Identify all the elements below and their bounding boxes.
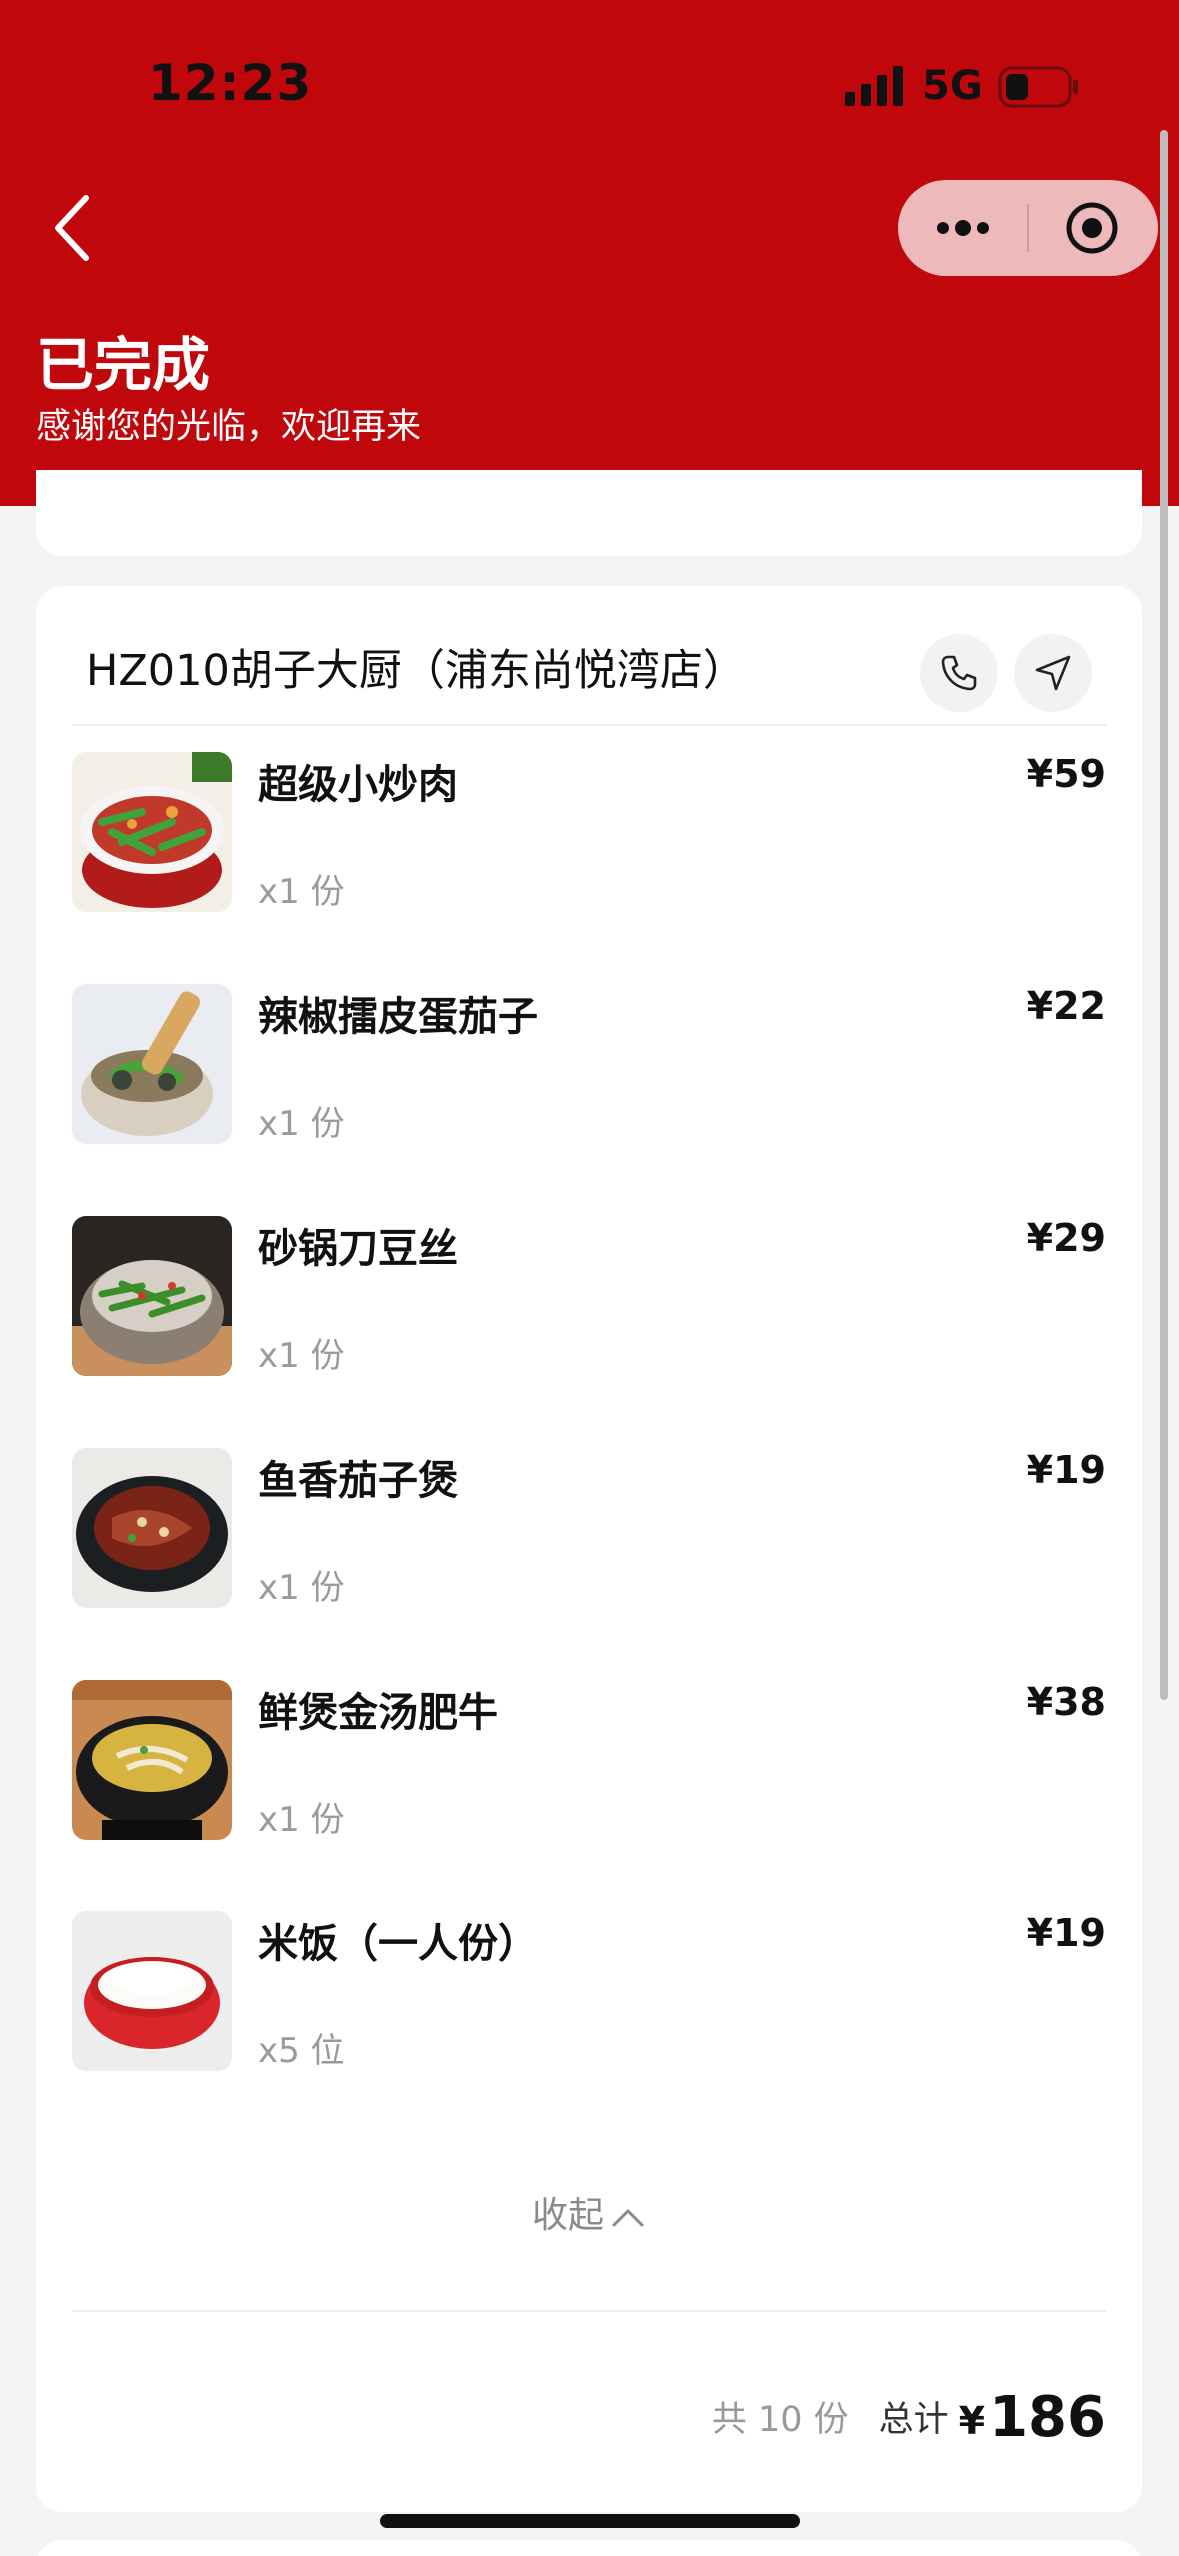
collapse-button[interactable]: 收起 (36, 2186, 1142, 2238)
scrollbar[interactable] (1160, 130, 1168, 1700)
call-store-button[interactable] (920, 634, 998, 712)
item-quantity: x5 位 (258, 2031, 345, 2071)
item-price: ¥19 (1026, 1448, 1106, 1492)
collapse-label: 收起 (531, 2195, 604, 2236)
order-status-header: 12:23 5G 已完成 感谢您的光临，欢迎再来 (0, 0, 1179, 506)
more-icon[interactable] (934, 214, 992, 242)
divider (72, 2310, 1106, 2312)
navigate-icon (1035, 655, 1071, 691)
dish-photo (72, 1911, 232, 2071)
item-price: ¥22 (1026, 984, 1106, 1028)
total-label: 总计 (878, 2400, 949, 2440)
dish-photo (72, 752, 232, 912)
order-detail-page: 12:23 5G 已完成 感谢您的光临，欢迎再来 HZ010胡子大厨（浦东尚悦湾… (0, 0, 1179, 2556)
order-item[interactable]: 鲜煲金汤肥牛 x1 份 ¥38 (72, 1680, 1106, 1840)
store-name[interactable]: HZ010胡子大厨（浦东尚悦湾店） (86, 636, 746, 698)
dish-photo (72, 984, 232, 1144)
item-quantity: x1 份 (258, 1336, 345, 1376)
order-total-row: 共 10 份 总计 ¥ 186 (712, 2386, 1106, 2446)
item-price: ¥19 (1026, 1911, 1106, 1955)
signal-icon (845, 66, 903, 106)
item-price: ¥29 (1026, 1216, 1106, 1260)
order-item[interactable]: 米饭（一人份） x5 位 ¥19 (72, 1911, 1106, 2071)
order-item[interactable]: 砂锅刀豆丝 x1 份 ¥29 (72, 1216, 1106, 1376)
dish-photo (72, 1216, 232, 1376)
order-status-subtitle: 感谢您的光临，欢迎再来 (36, 407, 422, 447)
dish-photo (72, 1680, 232, 1840)
item-quantity: x1 份 (258, 872, 345, 912)
battery-icon (998, 66, 1078, 108)
next-card (36, 2540, 1142, 2556)
chevron-up-icon (612, 2209, 644, 2227)
total-currency: ¥ (958, 2399, 986, 2443)
miniapp-capsule (898, 180, 1158, 276)
item-name: 鲜煲金汤肥牛 (258, 1690, 498, 1736)
item-count: 共 10 份 (711, 2400, 849, 2440)
item-quantity: x1 份 (258, 1104, 345, 1144)
item-price: ¥38 (1026, 1680, 1106, 1724)
divider (72, 724, 1106, 726)
network-type: 5G (922, 63, 983, 109)
phone-icon (941, 655, 977, 691)
item-quantity: x1 份 (258, 1800, 345, 1840)
capsule-divider (1027, 204, 1029, 252)
dish-photo (72, 1448, 232, 1608)
order-status-title: 已完成 (36, 331, 211, 399)
back-icon[interactable] (48, 188, 98, 268)
target-icon[interactable] (1064, 200, 1120, 256)
order-item[interactable]: 超级小炒肉 x1 份 ¥59 (72, 752, 1106, 912)
item-quantity: x1 份 (258, 1568, 345, 1608)
item-name: 鱼香茄子煲 (258, 1458, 458, 1504)
item-name: 超级小炒肉 (258, 762, 458, 808)
previous-card (36, 470, 1142, 556)
item-name: 米饭（一人份） (258, 1921, 538, 1967)
item-name: 辣椒擂皮蛋茄子 (258, 994, 538, 1040)
order-items-card: HZ010胡子大厨（浦东尚悦湾店） 超级小炒肉 x1 份 ¥59 辣椒擂皮蛋茄子… (36, 586, 1142, 2512)
total-amount: 186 (989, 2385, 1106, 2450)
home-indicator[interactable] (380, 2514, 800, 2528)
navigate-store-button[interactable] (1014, 634, 1092, 712)
item-price: ¥59 (1026, 752, 1106, 796)
status-bar-time: 12:23 (148, 54, 313, 112)
order-item[interactable]: 辣椒擂皮蛋茄子 x1 份 ¥22 (72, 984, 1106, 1144)
order-item[interactable]: 鱼香茄子煲 x1 份 ¥19 (72, 1448, 1106, 1608)
item-name: 砂锅刀豆丝 (258, 1226, 458, 1272)
